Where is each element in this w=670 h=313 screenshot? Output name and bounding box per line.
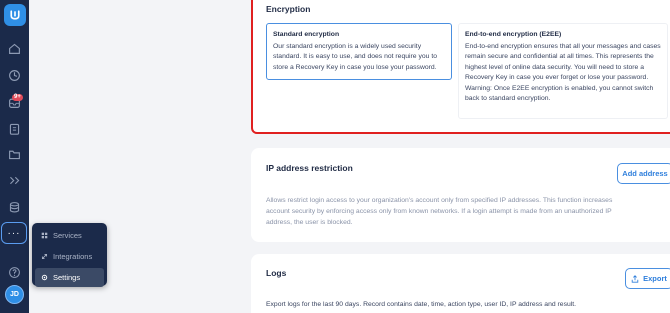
option-title: End-to-end encryption (E2EE) bbox=[465, 31, 562, 38]
section-title: IP address restriction bbox=[266, 163, 353, 173]
app-logo[interactable] bbox=[4, 4, 26, 26]
clipboard-icon[interactable] bbox=[7, 121, 22, 136]
export-icon bbox=[631, 274, 639, 283]
option-title: Standard encryption bbox=[273, 31, 340, 38]
section-description: Allows restrict login access to your org… bbox=[266, 197, 613, 226]
encryption-section: Encryption Standard encryption Our stand… bbox=[251, 0, 670, 134]
logs-section: Logs Export Export logs for the last 90 … bbox=[251, 254, 670, 313]
export-label: Export bbox=[643, 274, 667, 283]
e2ee-encryption-option[interactable]: End-to-end encryption (E2EE) End-to-end … bbox=[458, 23, 668, 119]
standard-encryption-option[interactable]: Standard encryption Our standard encrypt… bbox=[266, 23, 452, 80]
section-title: Encryption bbox=[266, 4, 311, 14]
arrows-icon[interactable] bbox=[7, 173, 22, 188]
avatar[interactable]: JD bbox=[5, 285, 24, 304]
logo-icon bbox=[10, 10, 20, 20]
folder-icon[interactable] bbox=[7, 147, 22, 162]
option-description: End-to-end encryption ensures that all y… bbox=[465, 42, 661, 103]
export-button[interactable]: Export bbox=[625, 268, 670, 289]
more-menu-button[interactable]: ··· bbox=[1, 222, 27, 244]
notification-badge: 9+ bbox=[12, 94, 23, 101]
sidebar: 9+ ··· JD bbox=[0, 0, 29, 313]
database-icon[interactable] bbox=[7, 200, 22, 215]
clock-icon[interactable] bbox=[7, 68, 22, 83]
settings-content: Encryption Standard encryption Our stand… bbox=[29, 0, 670, 313]
home-icon[interactable] bbox=[7, 41, 22, 56]
more-icon: ··· bbox=[7, 227, 21, 239]
option-description: Our standard encryption is a widely used… bbox=[273, 42, 437, 71]
ip-restriction-section: IP address restriction Add address Allow… bbox=[251, 148, 670, 242]
add-address-button[interactable]: Add address bbox=[617, 163, 670, 184]
section-description: Export logs for the last 90 days. Record… bbox=[266, 301, 577, 308]
section-title: Logs bbox=[266, 268, 287, 278]
help-icon[interactable] bbox=[7, 265, 22, 280]
